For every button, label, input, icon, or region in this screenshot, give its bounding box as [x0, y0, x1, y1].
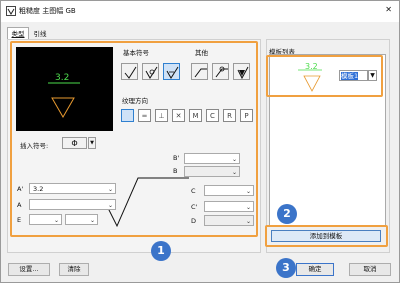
ok-button[interactable]: 确定 [296, 263, 334, 276]
highlight-settings-area [10, 41, 258, 237]
highlight-template-item [266, 55, 383, 97]
title-bar: 粗糙度 主图幅 GB ✕ [1, 1, 399, 22]
cancel-button[interactable]: 取消 [349, 263, 391, 276]
app-icon [6, 6, 16, 16]
settings-button[interactable]: 设置... [8, 263, 50, 276]
tab-type-label: 类型 [11, 30, 25, 38]
clear-button[interactable]: 清除 [59, 263, 89, 276]
callout-badge-2: 2 [277, 204, 297, 224]
window-title: 粗糙度 主图幅 GB [19, 7, 76, 15]
callout-badge-3: 3 [276, 258, 296, 278]
callout-badge-1: 1 [151, 241, 171, 261]
roughness-dialog: 粗糙度 主图幅 GB ✕ 类型 引线 3.2 基本符号 其他 纹理方向 ═ ⊥ … [0, 0, 400, 283]
tab-leader-label: 引线 [33, 30, 47, 38]
close-icon[interactable]: ✕ [385, 5, 392, 14]
highlight-add-template [265, 225, 388, 247]
